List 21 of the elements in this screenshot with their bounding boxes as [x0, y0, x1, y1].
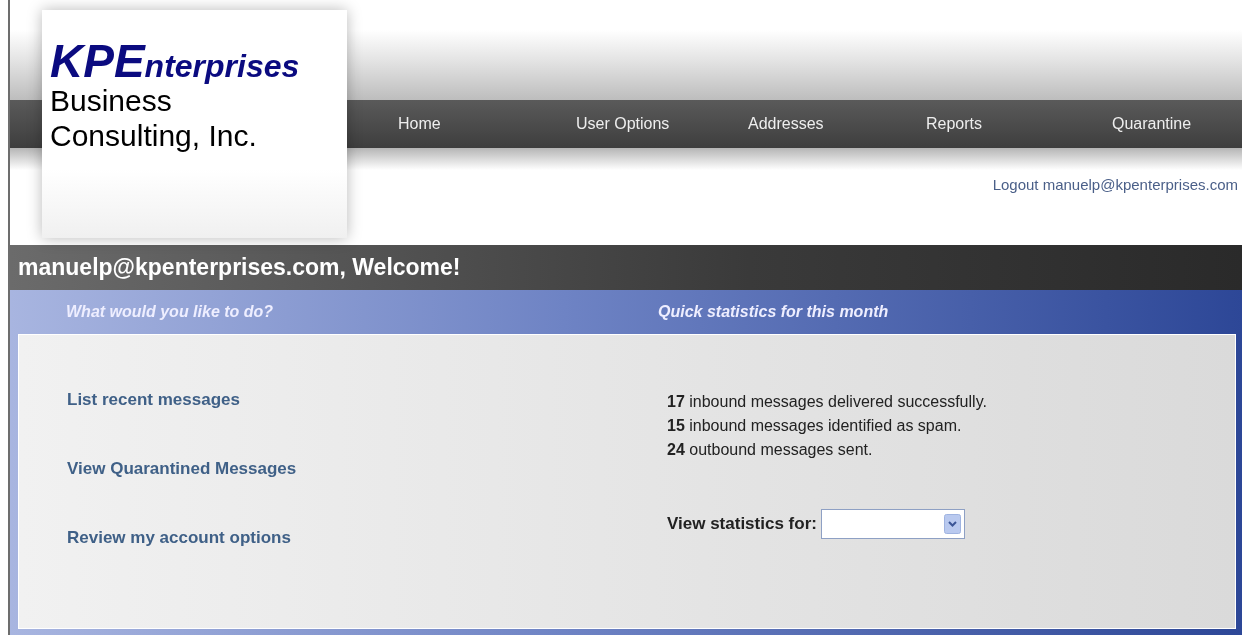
nav-link[interactable]: Reports: [926, 115, 1104, 133]
stat-line: 17 inbound messages delivered successfully.: [667, 393, 987, 412]
welcome-title: manuelp@kpenterprises.com, Welcome!: [18, 254, 461, 281]
action-link[interactable]: List recent messages: [67, 390, 667, 459]
stat-line: 15 inbound messages identified as spam.: [667, 417, 963, 436]
section-heading: What would you like to do?: [65, 303, 275, 321]
action-link[interactable]: Review my account options: [67, 528, 667, 597]
nav-link[interactable]: Addresses: [748, 115, 926, 133]
nav-link[interactable]: Home: [398, 115, 576, 133]
logout-link[interactable]: Logout manuelp@kpenterprises.com: [992, 176, 1238, 193]
nav-link[interactable]: User Options: [576, 115, 748, 133]
logo-title: KPEnterprises: [50, 38, 301, 84]
section-heading: Quick statistics for this month: [658, 303, 889, 321]
action-link[interactable]: View Quarantined Messages: [67, 459, 667, 528]
caret-icon: [943, 514, 961, 534]
nav-link[interactable]: Quarantine: [1112, 115, 1192, 133]
logo-subtitle: Consulting, Inc.: [50, 118, 258, 153]
logo-subtitle: Business: [50, 84, 173, 119]
period-label: View statistics for:: [667, 514, 817, 534]
stat-line: 24 outbound messages sent.: [667, 441, 874, 460]
period-dropdown[interactable]: [820, 509, 965, 539]
